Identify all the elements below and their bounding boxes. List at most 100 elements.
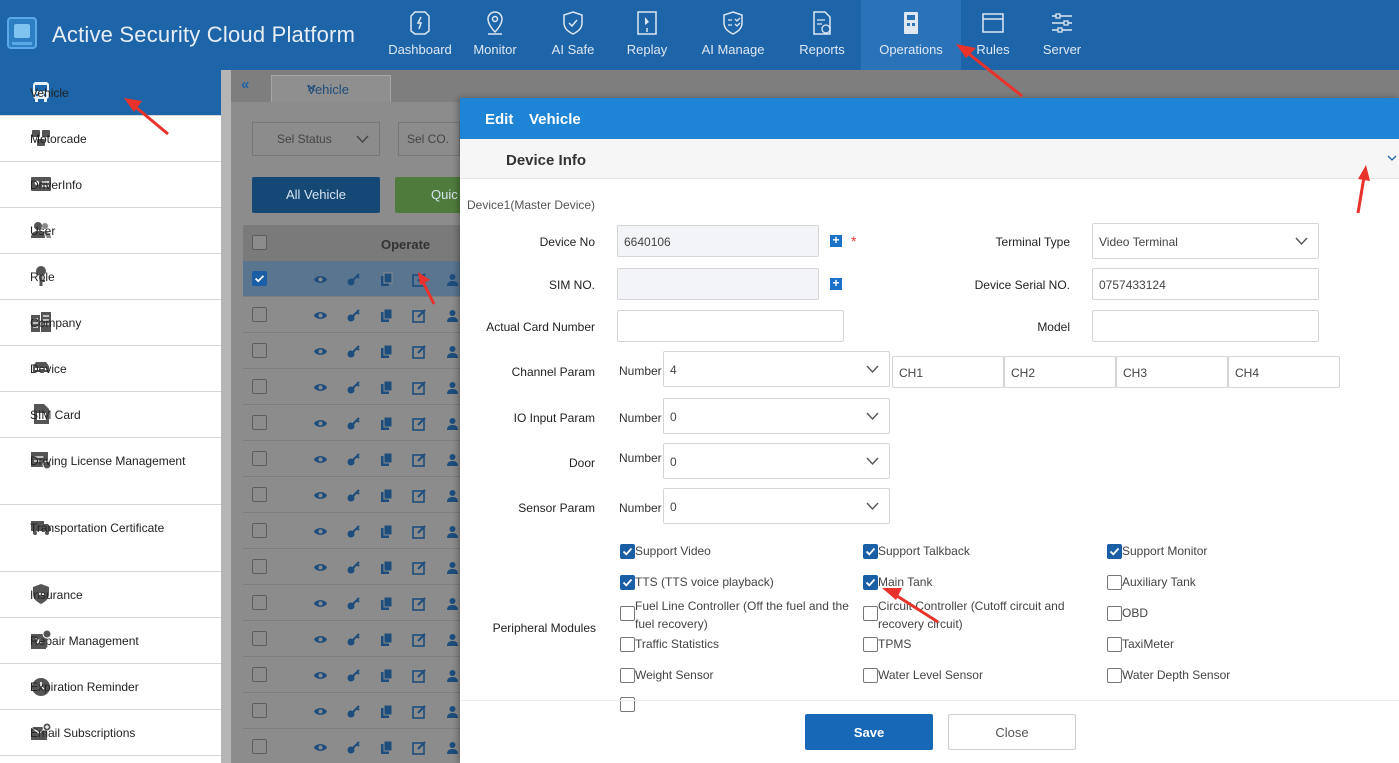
copy-icon[interactable] xyxy=(379,308,394,323)
user-icon[interactable] xyxy=(445,632,460,647)
sidebar-item-sim-card[interactable]: SIM Card xyxy=(0,392,221,438)
collapse-sidebar-button[interactable]: « xyxy=(241,76,249,93)
table-row[interactable] xyxy=(243,585,463,621)
row-checkbox[interactable] xyxy=(252,487,267,502)
row-checkbox[interactable] xyxy=(252,595,267,610)
copy-icon[interactable] xyxy=(379,452,394,467)
view-icon[interactable] xyxy=(313,668,328,683)
user-icon[interactable] xyxy=(445,416,460,431)
sidebar-item-device[interactable]: Device xyxy=(0,346,221,392)
row-checkbox[interactable] xyxy=(252,451,267,466)
nav-ai-safe[interactable]: AI Safe xyxy=(535,0,611,70)
peripheral-checkbox-7[interactable]: Circuit Controller (Cutoff circuit and r… xyxy=(863,599,1103,631)
table-row[interactable] xyxy=(243,729,463,763)
actual-card-input[interactable] xyxy=(617,310,844,342)
user-icon[interactable] xyxy=(445,380,460,395)
copy-icon[interactable] xyxy=(379,740,394,755)
key-icon[interactable] xyxy=(346,560,361,575)
table-row[interactable] xyxy=(243,549,463,585)
key-icon[interactable] xyxy=(346,596,361,611)
copy-icon[interactable] xyxy=(379,416,394,431)
user-icon[interactable] xyxy=(445,524,460,539)
copy-icon[interactable] xyxy=(379,632,394,647)
copy-icon[interactable] xyxy=(379,488,394,503)
sidebar-item-repair-management[interactable]: Repair Management xyxy=(0,618,221,664)
user-icon[interactable] xyxy=(445,668,460,683)
sidebar-item-vehicle[interactable]: Vehicle xyxy=(0,70,221,116)
row-checkbox[interactable] xyxy=(252,559,267,574)
key-icon[interactable] xyxy=(346,488,361,503)
key-icon[interactable] xyxy=(346,740,361,755)
table-row[interactable] xyxy=(243,405,463,441)
peripheral-checkbox-2[interactable]: Support Monitor xyxy=(1107,543,1307,561)
row-checkbox[interactable] xyxy=(252,523,267,538)
device-no-input[interactable]: 6640106 xyxy=(617,225,819,257)
view-icon[interactable] xyxy=(313,524,328,539)
key-icon[interactable] xyxy=(346,272,361,287)
company-filter-select[interactable]: Sel CO. xyxy=(398,122,460,156)
sidebar-item-company[interactable]: Company xyxy=(0,300,221,346)
sensor-number-select[interactable]: 0 xyxy=(663,488,890,524)
row-checkbox[interactable] xyxy=(252,271,267,286)
copy-icon[interactable] xyxy=(379,560,394,575)
peripheral-checkbox-13[interactable]: Water Level Sensor xyxy=(863,667,1063,685)
device-serial-input[interactable]: 0757433124 xyxy=(1092,268,1319,300)
view-icon[interactable] xyxy=(313,560,328,575)
view-icon[interactable] xyxy=(313,308,328,323)
add-sim-icon[interactable]: + xyxy=(830,277,842,290)
nav-server[interactable]: Server xyxy=(1025,0,1099,70)
sim-no-input[interactable] xyxy=(617,268,819,300)
tab-close-icon[interactable]: × xyxy=(307,80,384,97)
table-row[interactable] xyxy=(243,513,463,549)
device-info-section[interactable]: Device Info xyxy=(460,139,1399,179)
edit-icon[interactable] xyxy=(412,416,427,431)
nav-ai-manage[interactable]: AI Manage xyxy=(683,0,783,70)
terminal-type-select[interactable]: Video Terminal xyxy=(1092,223,1319,259)
table-row[interactable] xyxy=(243,441,463,477)
view-icon[interactable] xyxy=(313,596,328,611)
row-checkbox[interactable] xyxy=(252,307,267,322)
key-icon[interactable] xyxy=(346,452,361,467)
peripheral-checkbox-12[interactable]: Weight Sensor xyxy=(620,667,820,685)
edit-icon[interactable] xyxy=(412,632,427,647)
channel-number-select[interactable]: 4 xyxy=(663,351,890,387)
edit-icon[interactable] xyxy=(412,524,427,539)
view-icon[interactable] xyxy=(313,704,328,719)
user-icon[interactable] xyxy=(445,740,460,755)
peripheral-checkbox-4[interactable]: Main Tank xyxy=(863,574,1063,592)
view-icon[interactable] xyxy=(313,272,328,287)
sidebar-item-motorcade[interactable]: Motorcade xyxy=(0,116,221,162)
nav-replay[interactable]: Replay xyxy=(611,0,683,70)
row-checkbox[interactable] xyxy=(252,415,267,430)
row-checkbox[interactable] xyxy=(252,667,267,682)
user-icon[interactable] xyxy=(445,596,460,611)
copy-icon[interactable] xyxy=(379,668,394,683)
sidebar-item-transportation-certificate[interactable]: Transportation Certificate xyxy=(0,505,221,572)
edit-icon[interactable] xyxy=(412,380,427,395)
table-row[interactable] xyxy=(243,369,463,405)
user-icon[interactable] xyxy=(445,308,460,323)
key-icon[interactable] xyxy=(346,344,361,359)
edit-icon[interactable] xyxy=(412,344,427,359)
view-icon[interactable] xyxy=(313,380,328,395)
table-row[interactable] xyxy=(243,621,463,657)
quick-button[interactable]: Quic xyxy=(395,177,461,213)
peripheral-checkbox-5[interactable]: Auxiliary Tank xyxy=(1107,574,1307,592)
key-icon[interactable] xyxy=(346,416,361,431)
nav-monitor[interactable]: Monitor xyxy=(455,0,535,70)
edit-icon[interactable] xyxy=(412,560,427,575)
model-input[interactable] xyxy=(1092,310,1319,342)
row-checkbox[interactable] xyxy=(252,631,267,646)
view-icon[interactable] xyxy=(313,344,328,359)
user-icon[interactable] xyxy=(445,344,460,359)
view-icon[interactable] xyxy=(313,416,328,431)
edit-icon[interactable] xyxy=(412,704,427,719)
sidebar-item-driving-license[interactable]: Driving License Management xyxy=(0,438,221,505)
add-device-icon[interactable]: + xyxy=(830,234,842,247)
user-icon[interactable] xyxy=(445,704,460,719)
view-icon[interactable] xyxy=(313,452,328,467)
peripheral-checkbox-partial[interactable] xyxy=(620,696,635,714)
close-button[interactable]: Close xyxy=(948,714,1076,750)
copy-icon[interactable] xyxy=(379,704,394,719)
copy-icon[interactable] xyxy=(379,272,394,287)
